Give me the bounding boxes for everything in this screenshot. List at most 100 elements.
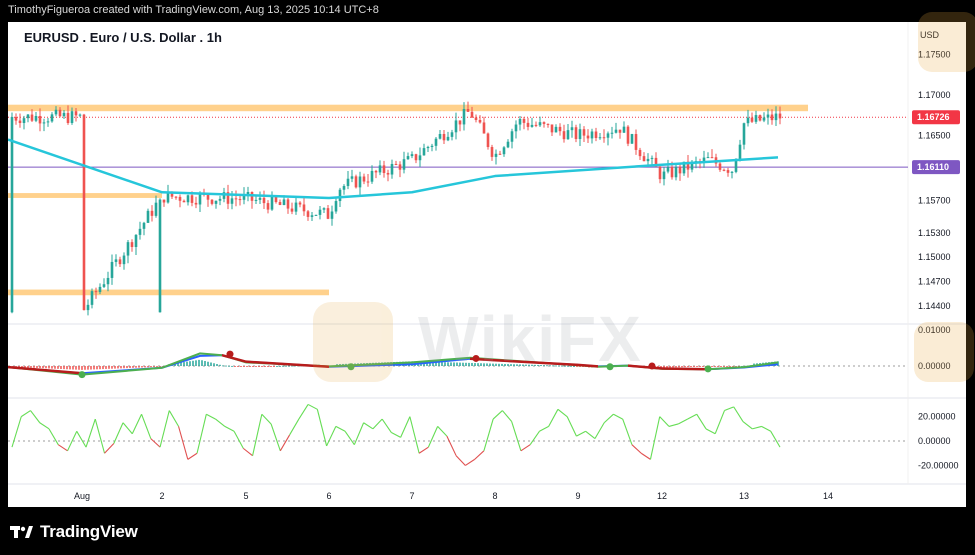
macd-histogram-bar xyxy=(258,366,260,367)
macd-histogram-bar xyxy=(90,366,92,370)
osc-segment xyxy=(316,409,328,447)
candle-body xyxy=(102,284,106,287)
osc-segment xyxy=(548,409,559,427)
candle-body xyxy=(218,198,222,201)
osc-segment xyxy=(270,423,281,451)
macd-histogram-bar xyxy=(183,362,185,366)
osc-segment xyxy=(168,410,180,427)
candle-body xyxy=(514,124,518,132)
macd-histogram-bar xyxy=(150,366,152,368)
osc-segment xyxy=(187,452,198,460)
candle-body xyxy=(50,114,54,122)
macd-histogram-bar xyxy=(264,366,266,367)
macd-histogram-bar xyxy=(573,365,575,367)
candle-body xyxy=(774,113,778,121)
osc-segment xyxy=(613,413,623,420)
candle-body xyxy=(630,134,634,144)
resistance-zone xyxy=(8,104,808,112)
osc-segment xyxy=(539,425,549,432)
candle-body xyxy=(146,210,150,223)
osc-segment xyxy=(363,422,374,430)
candle-body xyxy=(338,189,342,202)
macd-histogram-bar xyxy=(459,362,461,366)
candle-body xyxy=(590,131,594,139)
macd-histogram-bar xyxy=(45,366,47,369)
level-label: 1.16110 xyxy=(917,162,949,172)
chart-frame[interactable]: 1.17500 1.17000 1.16500 1.15700 1.15300 1.150… xyxy=(8,12,975,507)
candle-body xyxy=(18,120,22,124)
candle-body xyxy=(238,199,242,201)
candle-body xyxy=(618,129,622,133)
candle-body xyxy=(258,197,262,200)
candle-body xyxy=(134,234,138,247)
macd-histogram-bar xyxy=(480,363,482,366)
macd-histogram-bar xyxy=(54,366,56,369)
tradingview-logo[interactable]: TradingView xyxy=(10,521,138,543)
osc-segment xyxy=(733,406,744,422)
tradingview-brand: TradingView xyxy=(40,522,138,541)
macd-histogram-bar xyxy=(669,366,671,368)
macd-histogram-bar xyxy=(255,366,257,367)
candle-body xyxy=(130,242,134,247)
macd-histogram-bar xyxy=(726,366,728,367)
candle-body xyxy=(314,214,318,216)
macd-histogram-bar xyxy=(87,366,89,370)
candle-body xyxy=(98,286,102,293)
time-tick-label: 5 xyxy=(243,491,248,501)
macd-histogram-bar xyxy=(36,366,38,368)
candle-body xyxy=(190,195,194,203)
macd-histogram-bar xyxy=(501,363,503,366)
candle-body xyxy=(650,157,654,159)
candle-body xyxy=(382,165,386,173)
macd-histogram-bar xyxy=(699,366,701,367)
macd-histogram-bar xyxy=(225,365,227,367)
symbol-title[interactable]: EURUSD . Euro / U.S. Dollar . 1h xyxy=(24,30,222,45)
candle-body xyxy=(422,148,426,156)
candle-body xyxy=(542,122,546,124)
macd-histogram-bar xyxy=(132,366,134,368)
chart-canvas[interactable]: 1.175001.170001.165001.157001.153001.150… xyxy=(8,22,966,507)
macd-histogram-bar xyxy=(468,362,470,366)
macd-histogram-bar xyxy=(465,362,467,366)
osc-segment xyxy=(483,418,494,451)
macd-histogram-bar xyxy=(444,362,446,366)
wikifx-logo-icon xyxy=(914,322,974,382)
macd-histogram-bar xyxy=(216,364,218,366)
macd-histogram-bar xyxy=(492,363,494,366)
macd-histogram-bar xyxy=(156,366,158,367)
candle-body xyxy=(46,121,50,123)
macd-histogram-bar xyxy=(471,362,473,366)
price-tick-label: 1.15000 xyxy=(918,252,951,262)
macd-histogram-bar xyxy=(450,362,452,366)
macd-histogram-bar xyxy=(66,366,68,370)
candle-body xyxy=(94,291,98,293)
osc-tick-label: 20.00000 xyxy=(918,412,956,422)
candle-body xyxy=(286,199,290,209)
macd-histogram-bar xyxy=(234,366,236,367)
candle-body xyxy=(498,153,502,155)
candle-body xyxy=(342,186,346,190)
macd-histogram-bar xyxy=(729,366,731,367)
candle-body xyxy=(326,208,330,219)
macd-cross-marker xyxy=(648,362,656,370)
macd-histogram-bar xyxy=(57,366,59,369)
macd-histogram-bar xyxy=(78,366,80,370)
macd-histogram-bar xyxy=(51,366,53,369)
macd-histogram-bar xyxy=(42,366,44,369)
macd-cross-marker xyxy=(472,354,480,362)
macd-histogram-bar xyxy=(123,366,125,369)
candle-body xyxy=(438,134,442,139)
macd-histogram-bar xyxy=(663,366,665,368)
macd-histogram-bar xyxy=(27,366,29,368)
candle-body xyxy=(670,167,674,178)
time-tick-label: 7 xyxy=(409,491,414,501)
candle-body xyxy=(434,138,438,146)
macd-histogram-bar xyxy=(483,363,485,366)
candle-body xyxy=(550,124,554,133)
candle-body xyxy=(266,203,270,210)
candle-body xyxy=(330,211,334,219)
macd-histogram-bar xyxy=(528,364,530,366)
candle-body xyxy=(86,304,90,311)
candle-body xyxy=(206,194,210,200)
macd-histogram-bar xyxy=(120,366,122,369)
